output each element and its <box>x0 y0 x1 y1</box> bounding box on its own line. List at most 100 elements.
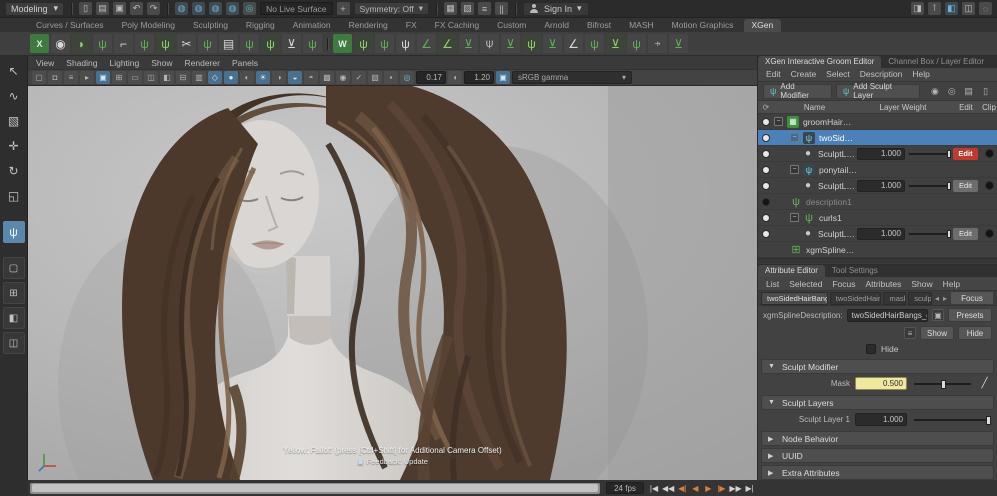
paint-attribute-icon[interactable]: ╱ <box>978 378 991 389</box>
node-tab[interactable]: sculpt <box>908 292 932 305</box>
node-tab[interactable]: mask <box>883 292 906 305</box>
sign-in-button[interactable]: Sign In ▾ <box>523 2 589 16</box>
visibility-dot-off[interactable] <box>762 198 770 206</box>
tab-attribute-editor[interactable]: Attribute Editor <box>758 265 825 277</box>
xgen-noise-icon[interactable]: ψ <box>156 34 175 53</box>
xgen-layers-icon[interactable]: ▤ <box>219 34 238 53</box>
range-slider[interactable] <box>30 483 600 494</box>
camera-attributes-icon[interactable]: ≡ <box>64 71 78 84</box>
sculpt-modifier-header[interactable]: ▼ Sculpt Modifier <box>761 359 994 374</box>
grid-toggle-icon[interactable]: ⊞ <box>112 71 126 84</box>
delete-icon[interactable]: ▯ <box>979 85 992 98</box>
workspace-channel-box-icon[interactable]: ◫ <box>962 2 975 15</box>
gamma-field[interactable]: 1.20 <box>464 71 494 84</box>
play-forwards-button[interactable]: ▶ <box>702 482 714 495</box>
resolution-gate-icon[interactable]: ◫ <box>144 71 158 84</box>
tab-scroll-right-icon[interactable]: ▸ <box>942 294 948 303</box>
layout-single-pane-icon[interactable]: ▢ <box>3 257 25 279</box>
visibility-dot[interactable] <box>762 134 770 142</box>
viewport-canvas[interactable]: Yellow: Falloff (press [Ctrl+Shift] for … <box>28 86 757 480</box>
list-icon[interactable]: ≡ <box>904 327 916 339</box>
xgen-density-icon[interactable]: ψ <box>198 34 217 53</box>
snap-to-point-icon[interactable]: ◍ <box>209 2 222 15</box>
igs-clump-icon[interactable]: ⍦ <box>480 34 499 53</box>
table-row[interactable]: −ψponytailHair1_groom <box>758 162 997 178</box>
textured-icon[interactable]: ◐ <box>240 71 254 84</box>
edit-toggle-button[interactable]: Edit <box>953 148 978 160</box>
hide-checkbox[interactable] <box>866 344 876 354</box>
viewport-menu-shading[interactable]: Shading <box>66 58 97 68</box>
extra-attributes-header[interactable]: ▶ Extra Attributes <box>761 465 994 480</box>
snap-to-curve-icon[interactable]: ◍ <box>192 2 205 15</box>
new-layer-icon[interactable]: ▤ <box>962 85 975 98</box>
shelf-tab[interactable]: FX <box>398 19 425 32</box>
xgen-freeze-icon[interactable]: ψ <box>303 34 322 53</box>
workspace-attribute-editor-icon[interactable]: ◧ <box>945 2 958 15</box>
bookmarks-icon[interactable]: ▸ <box>80 71 94 84</box>
igs-part-icon[interactable]: ⊻ <box>501 34 520 53</box>
shelf-tab-xgen[interactable]: XGen <box>744 19 782 32</box>
igs-width-icon[interactable]: ∠ <box>417 34 436 53</box>
igs-mirror-icon[interactable]: ⍆ <box>648 34 667 53</box>
shelf-tab[interactable]: Rigging <box>238 19 283 32</box>
rotate-tool-icon[interactable]: ↻ <box>3 160 25 182</box>
shelf-tab[interactable]: Motion Graphics <box>664 19 742 32</box>
ae-menu-selected[interactable]: Selected <box>789 279 822 289</box>
select-camera-icon[interactable]: ▢ <box>32 71 46 84</box>
add-modifier-button[interactable]: ψ Add Modifier <box>763 84 832 99</box>
xgen-comb-icon[interactable]: ⌐ <box>114 34 133 53</box>
node-name-field[interactable]: twoSidedHairBangs_groom <box>847 309 928 322</box>
igs-mask-icon[interactable]: ⊻ <box>606 34 625 53</box>
shelf-tab[interactable]: Curves / Surfaces <box>28 19 112 32</box>
paint-select-tool-icon[interactable]: ▧ <box>3 110 25 132</box>
image-plane-icon[interactable]: ▣ <box>96 71 110 84</box>
go-to-start-button[interactable]: |◀ <box>648 482 660 495</box>
groom-menu-create[interactable]: Create <box>791 69 817 79</box>
make-live-icon[interactable]: ◎ <box>243 2 256 15</box>
film-gate-icon[interactable]: ▭ <box>128 71 142 84</box>
layout-split-pane-icon[interactable]: ◫ <box>3 332 25 354</box>
frame-rate-field[interactable]: 24 fps <box>606 482 644 494</box>
visibility-dot[interactable] <box>762 182 770 190</box>
igs-freeze-icon[interactable]: ⊻ <box>543 34 562 53</box>
undo-icon[interactable]: ↶ <box>130 2 143 15</box>
groom-brush-tool-icon[interactable]: ψ <box>3 221 25 243</box>
igs-smooth-icon[interactable]: ∠ <box>438 34 457 53</box>
table-row[interactable]: ⊞xgmSplineBase1 <box>758 242 997 258</box>
range-slider-bar[interactable] <box>32 484 598 492</box>
groom-menu-help[interactable]: Help <box>912 69 929 79</box>
expander-icon[interactable]: − <box>790 213 799 222</box>
visibility-dot[interactable] <box>762 214 770 222</box>
use-all-lights-icon[interactable]: ☀ <box>256 71 270 84</box>
step-forward-frame-button[interactable]: ▶▶ <box>728 482 742 495</box>
igs-grab-icon[interactable]: ψ <box>585 34 604 53</box>
table-row[interactable]: −ψcurls1 <box>758 210 997 226</box>
sculpt-layers-header[interactable]: ▼ Sculpt Layers <box>761 395 994 410</box>
table-row-selected[interactable]: −ψtwoSidedHairBangs_groom <box>758 130 997 146</box>
edit-toggle-button[interactable]: Edit <box>953 180 978 192</box>
symmetry-dropdown[interactable]: Symmetry: Off ▾ <box>354 2 429 15</box>
solo-dot[interactable] <box>985 229 994 238</box>
layout-four-pane-icon[interactable]: ⊞ <box>3 282 25 304</box>
multisample-icon[interactable]: ▩ <box>320 71 334 84</box>
lock-camera-icon[interactable]: ◘ <box>48 71 62 84</box>
select-tool-icon[interactable]: ↖ <box>3 60 25 82</box>
visibility-dot[interactable] <box>762 150 770 158</box>
exposure-icon[interactable]: ◎ <box>400 71 414 84</box>
xgen-eye-icon[interactable]: ◉ <box>51 34 70 53</box>
panel-divider[interactable] <box>758 258 997 265</box>
expander-icon[interactable]: − <box>790 133 799 142</box>
step-back-frame-button[interactable]: ◀◀ <box>661 482 675 495</box>
xgen-sculpt-icon[interactable]: ⊻ <box>282 34 301 53</box>
visibility-dot[interactable] <box>762 230 770 238</box>
edit-toggle-button[interactable]: Edit <box>953 228 978 240</box>
node-tab[interactable]: twoSidedHairShape <box>830 292 882 305</box>
solo-icon[interactable]: ◎ <box>945 85 958 98</box>
tab-scroll-left-icon[interactable]: ◂ <box>934 294 940 303</box>
table-row[interactable]: ψdescription1 <box>758 194 997 210</box>
viewport-menu-lighting[interactable]: Lighting <box>109 58 139 68</box>
add-sculpt-layer-button[interactable]: ψ Add Sculpt Layer <box>836 84 921 99</box>
tab-outliner[interactable]: Outliner <box>991 56 997 68</box>
uuid-header[interactable]: ▶ UUID <box>761 448 994 463</box>
ae-menu-attributes[interactable]: Attributes <box>865 279 901 289</box>
